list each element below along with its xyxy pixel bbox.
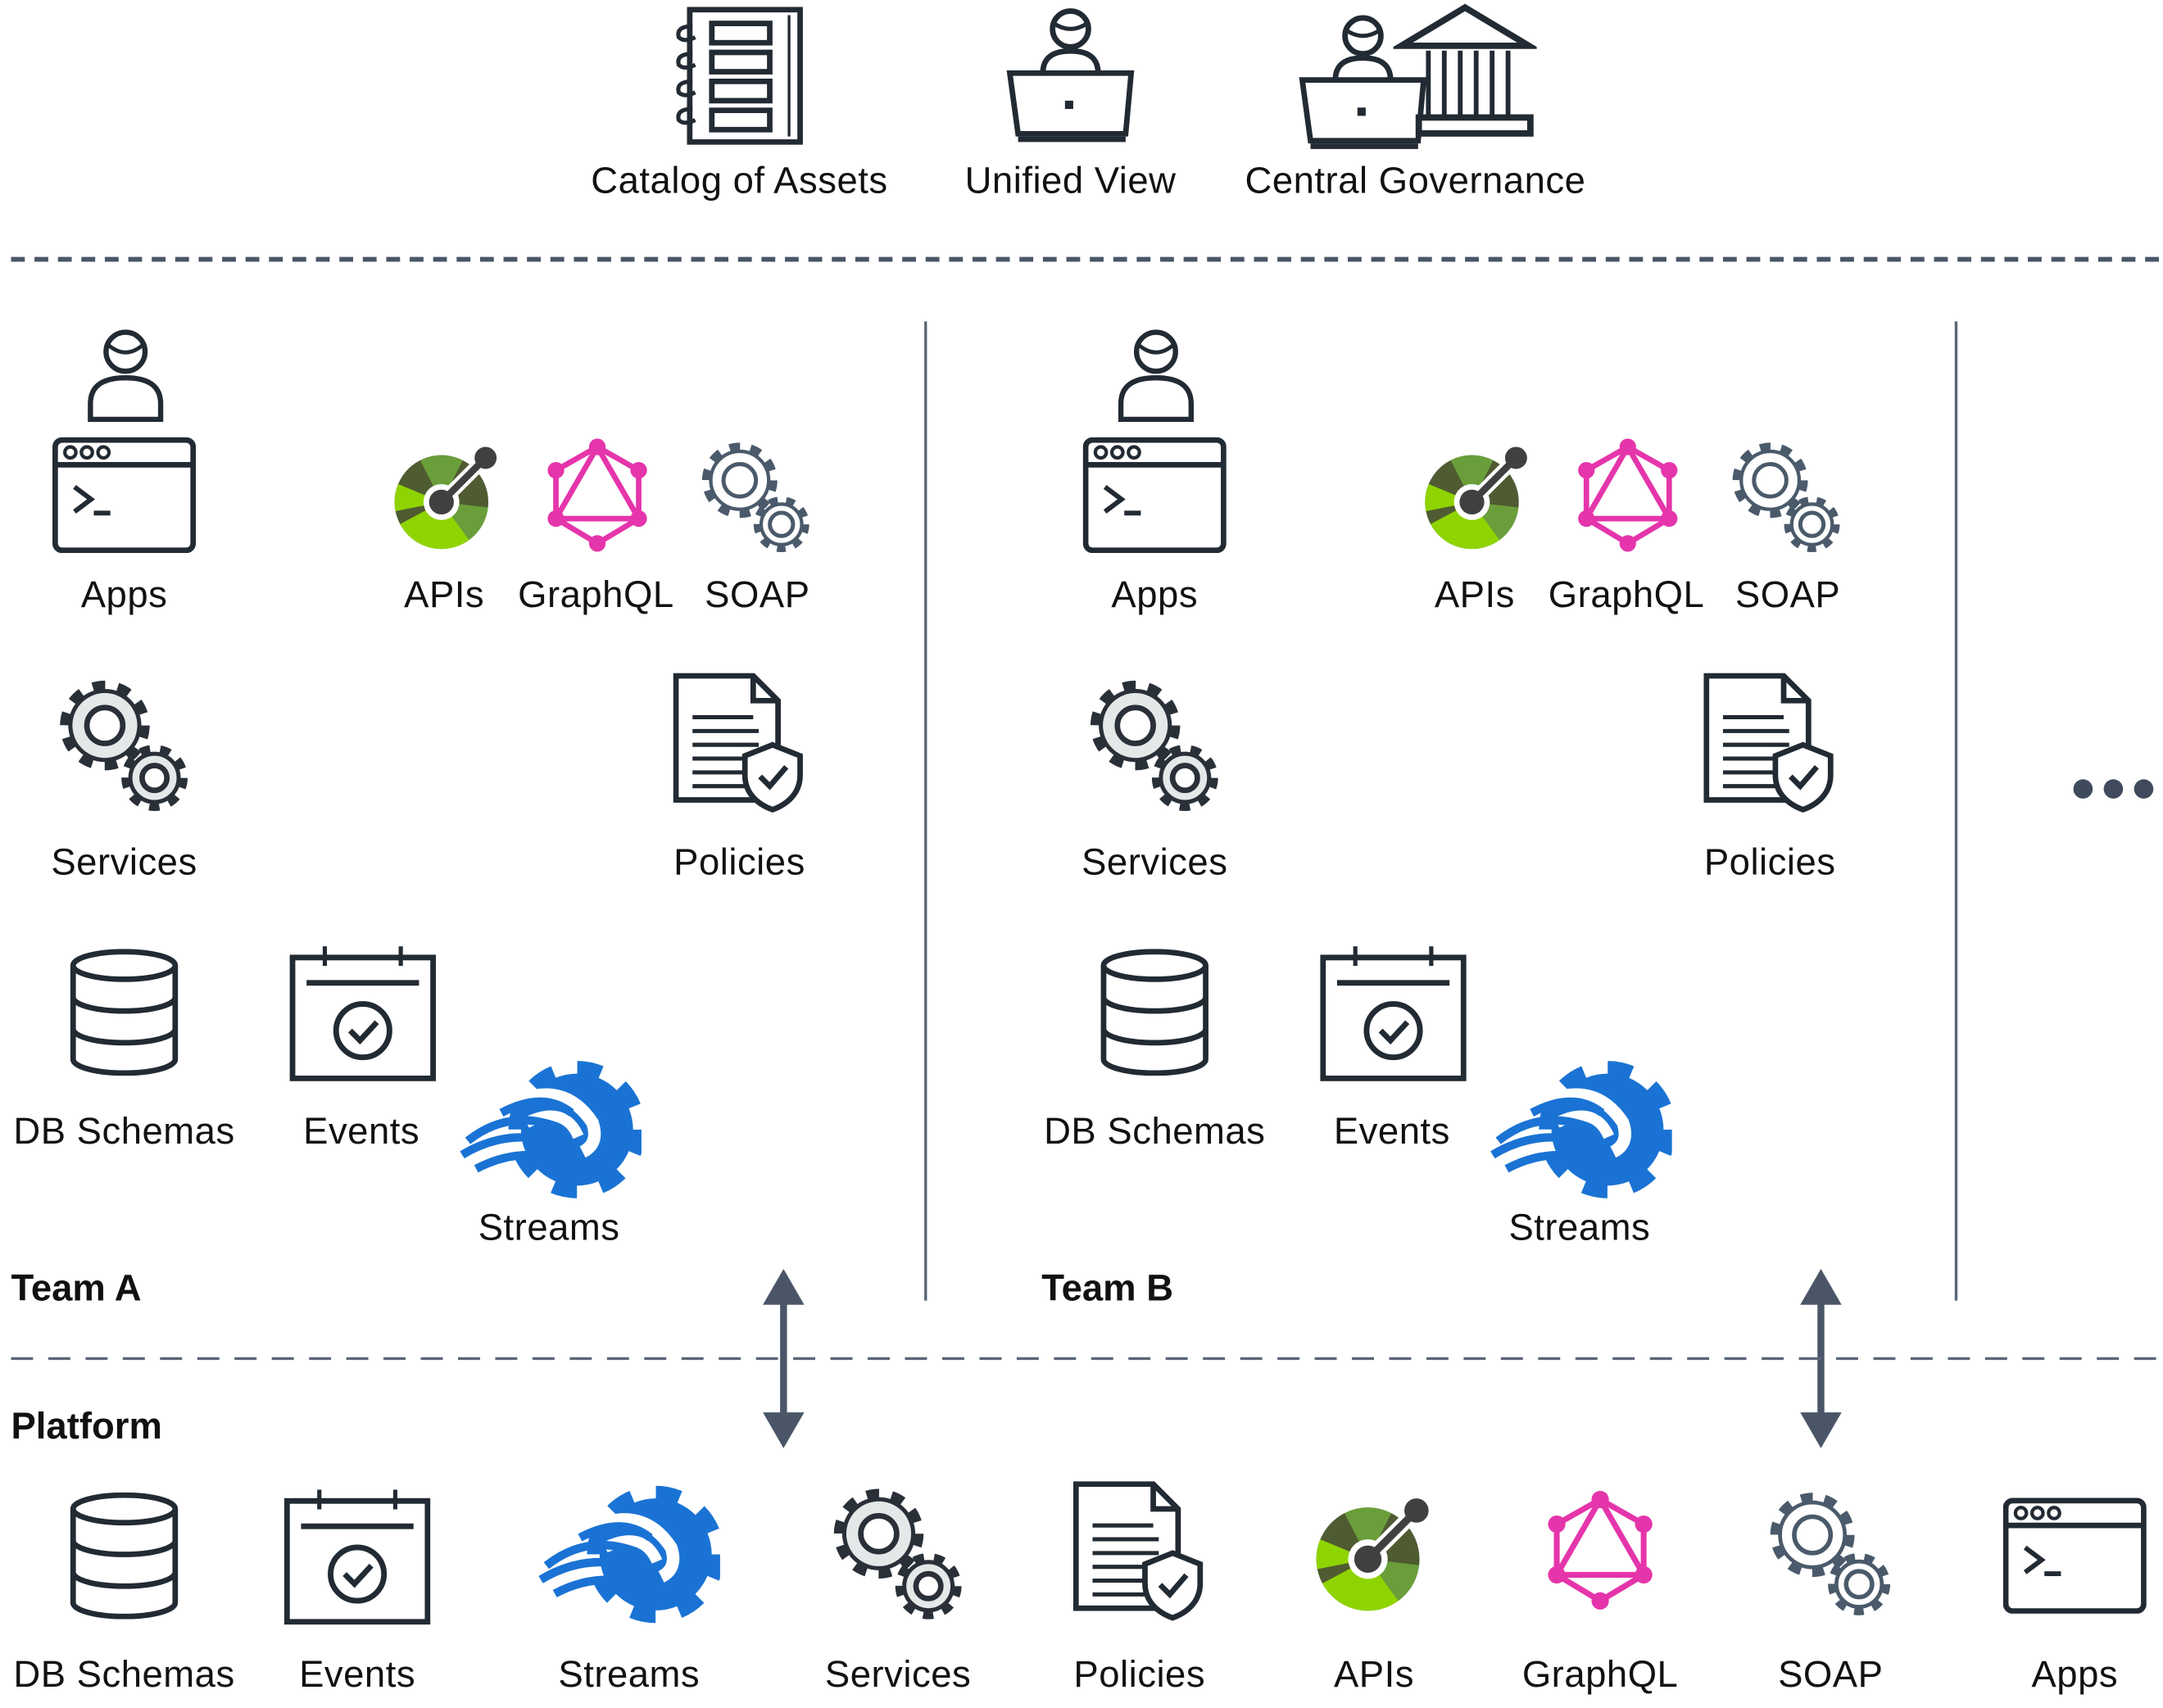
services-gears-icon [55, 676, 193, 813]
streams-icon [460, 1059, 642, 1200]
gears-icon [698, 438, 814, 554]
database-icon [1100, 949, 1210, 1076]
services-gears-icon [829, 1484, 967, 1622]
services-gears-icon [1086, 676, 1223, 813]
terminal-icon [2003, 1497, 2147, 1613]
services-label: Services [51, 841, 197, 883]
policies-label: Policies [673, 841, 805, 883]
person-laptop-icon [1004, 7, 1137, 144]
events-label: Events [1333, 1110, 1450, 1152]
platform-title: Platform [11, 1405, 162, 1447]
terminal-icon [1083, 437, 1227, 553]
policy-document-icon [1073, 1481, 1206, 1622]
graphql-icon [1572, 438, 1683, 554]
platform-label-graphql: GraphQL [1521, 1653, 1679, 1696]
apis-label: APIs [404, 573, 485, 615]
person-icon [1110, 325, 1201, 424]
platform-label-events: Events [299, 1653, 416, 1696]
streams-icon [538, 1484, 720, 1625]
calendar-event-icon [284, 1489, 430, 1624]
team-b-title: Team B [1041, 1267, 1174, 1309]
platform-label-streams: Streams [558, 1653, 701, 1696]
db-schemas-label: DB Schemas [1044, 1110, 1266, 1152]
streams-icon [1490, 1059, 1671, 1200]
events-label: Events [303, 1110, 420, 1152]
top-divider [11, 256, 2163, 262]
graphql-label: GraphQL [518, 573, 674, 615]
platform-divider [11, 1357, 2163, 1361]
building-icon [1394, 2, 1537, 146]
team-a-title: Team A [11, 1267, 142, 1309]
openapi-icon [1313, 1493, 1435, 1614]
db-schemas-label: DB Schemas [13, 1110, 235, 1152]
database-icon [69, 949, 179, 1076]
gears-icon [1729, 438, 1844, 554]
top-label-unified-view: Unified View [964, 160, 1177, 202]
team-divider [924, 321, 927, 1301]
platform-label-apis: APIs [1333, 1653, 1414, 1696]
services-label: Services [1082, 841, 1228, 883]
graphql-label: GraphQL [1548, 573, 1705, 615]
soap-label: SOAP [705, 573, 810, 615]
soap-label: SOAP [1734, 573, 1841, 615]
platform-label-db-schemas: DB Schemas [13, 1653, 235, 1696]
apps-label: Apps [1111, 573, 1199, 615]
database-icon [69, 1493, 179, 1620]
openapi-icon [392, 442, 502, 552]
person-icon [80, 325, 171, 424]
platform-label-services: Services [824, 1653, 972, 1696]
terminal-icon [52, 437, 196, 553]
platform-label-apps: Apps [2031, 1653, 2119, 1696]
graphql-icon [1542, 1487, 1657, 1616]
policy-document-icon [1703, 673, 1836, 814]
gears-icon [1766, 1487, 1895, 1620]
platform-label-policies: Policies [1073, 1653, 1206, 1696]
calendar-event-icon [290, 946, 436, 1081]
streams-label: Streams [1508, 1207, 1651, 1248]
policy-document-icon [673, 673, 806, 814]
team-divider [1954, 321, 1958, 1301]
platform-label-soap: SOAP [1778, 1653, 1884, 1696]
streams-label: Streams [478, 1207, 620, 1248]
calendar-event-icon [1320, 946, 1466, 1081]
top-label-central-governance: Central Governance [1245, 160, 1586, 202]
apis-label: APIs [1434, 573, 1515, 615]
graphql-icon [542, 438, 653, 554]
openapi-icon [1422, 442, 1533, 552]
apps-label: Apps [80, 573, 168, 615]
architecture-diagram: Catalog of Assets Unified View Central G… [0, 0, 2163, 1707]
top-label-catalog: Catalog of Assets [591, 160, 888, 202]
catalog-notebook-icon [673, 7, 806, 144]
policies-label: Policies [1703, 841, 1836, 883]
